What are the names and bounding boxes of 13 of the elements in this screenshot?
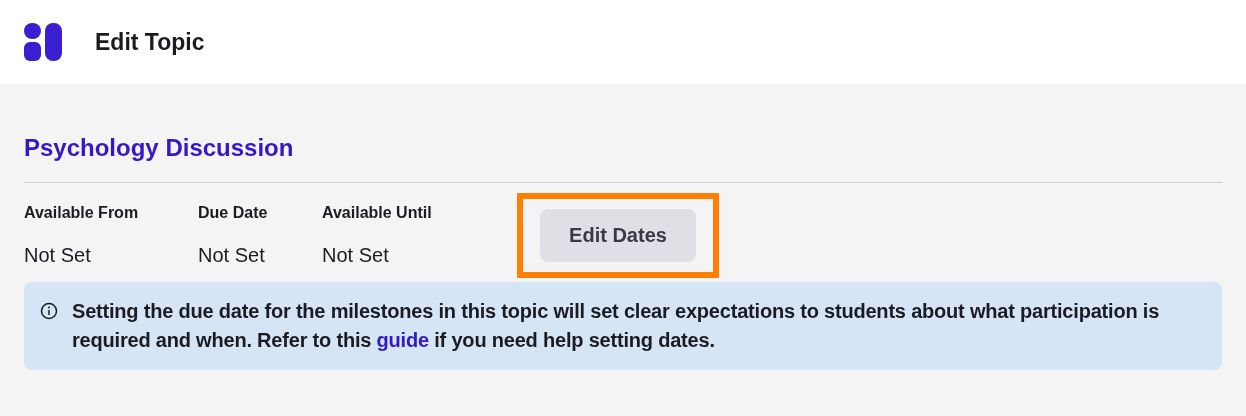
edit-dates-button[interactable]: Edit Dates: [540, 209, 696, 262]
info-icon: [40, 302, 58, 320]
topic-title: Psychology Discussion: [24, 133, 295, 162]
guide-link[interactable]: guide: [376, 329, 429, 351]
info-text: Setting the due date for the milestones in this topic will set clear expectations to students about what participation is required and when. Refer to this guide if you need help setting dates.: [72, 299, 1161, 353]
date-label: Due Date: [198, 203, 269, 223]
date-value: Not Set: [198, 243, 266, 267]
page-title: Edit Topic: [95, 28, 205, 56]
logo-icon: [24, 23, 62, 61]
date-value: Not Set: [24, 243, 92, 267]
date-label: Available Until: [322, 203, 433, 223]
date-value: Not Set: [322, 243, 390, 267]
date-label: Available From: [24, 203, 140, 223]
